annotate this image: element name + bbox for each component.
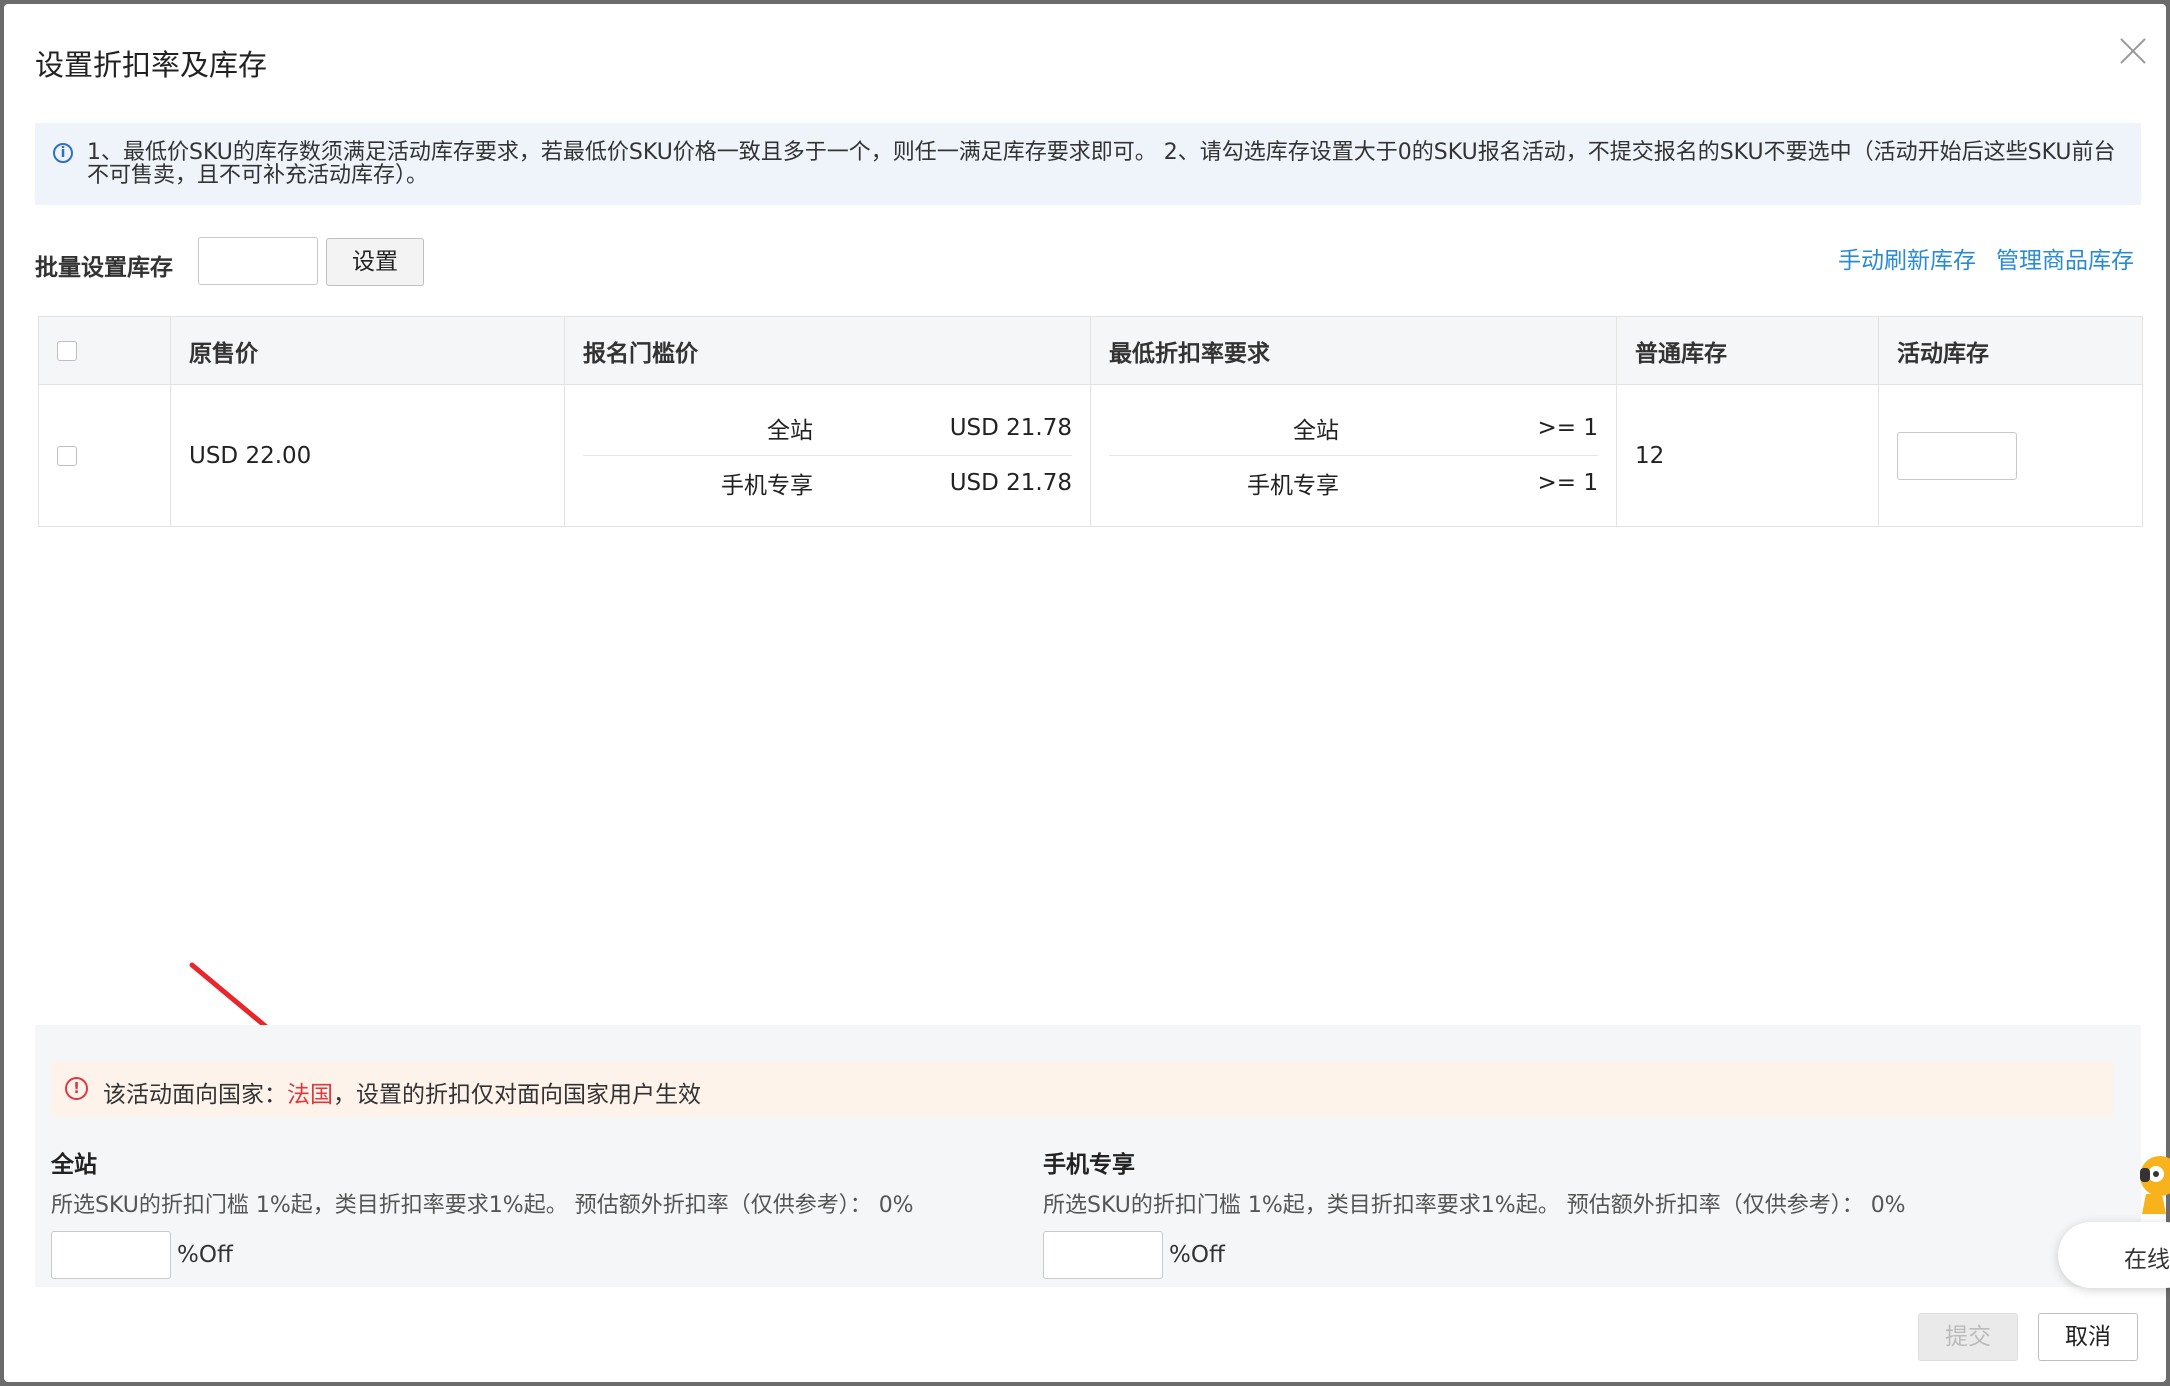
alert-icon: ! <box>65 1077 88 1100</box>
header-threshold-price: 报名门槛价 <box>564 316 1091 385</box>
cancel-button[interactable]: 取消 <box>2038 1313 2138 1361</box>
site-name: 全站 <box>51 1152 97 1178</box>
country-warning: ! 该活动面向国家：法国，设置的折扣仅对面向国家用户生效 <box>51 1061 2113 1117</box>
activity-stock-cell <box>1878 384 2143 527</box>
activity-stock-input[interactable] <box>1897 431 2017 480</box>
header-original-price: 原售价 <box>170 316 565 385</box>
manage-stock-link[interactable]: 管理商品库存 <box>1996 241 2134 275</box>
threshold-price-cell: 全站 USD 21.78 手机专享 USD 21.78 <box>564 384 1091 527</box>
mobile-desc: 所选SKU的折扣门槛 1%起，类目折扣率要求1%起。 预估额外折扣率（仅供参考）… <box>1043 1193 1906 1218</box>
original-price-cell: USD 22.00 <box>170 384 565 527</box>
mobile-name: 手机专享 <box>1043 1152 1135 1178</box>
header-activity-stock: 活动库存 <box>1878 316 2143 385</box>
min-discount-cell: 全站 >= 1 手机专享 >= 1 <box>1090 384 1617 527</box>
site-discount-block: 全站 所选SKU的折扣门槛 1%起，类目折扣率要求1%起。 预估额外折扣率（仅供… <box>51 1145 914 1279</box>
refresh-stock-link[interactable]: 手动刷新库存 <box>1838 241 1976 275</box>
row-checkbox[interactable] <box>57 446 77 466</box>
mobile-unit-label: %Off <box>1169 1242 1225 1268</box>
row-checkbox-cell <box>38 384 171 527</box>
dialog-title: 设置折扣率及库存 <box>35 48 268 82</box>
discount-mobile-value: >= 1 <box>1537 470 1599 496</box>
mobile-discount-input[interactable] <box>1043 1231 1163 1279</box>
discount-site-value: >= 1 <box>1537 415 1599 441</box>
target-country: 法国 <box>287 1082 333 1108</box>
close-icon[interactable] <box>2114 32 2152 70</box>
select-all-checkbox[interactable] <box>57 341 77 361</box>
warning-text: 该活动面向国家：法国，设置的折扣仅对面向国家用户生效 <box>103 1082 701 1108</box>
threshold-site-value: USD 21.78 <box>949 415 1072 441</box>
header-checkbox-cell <box>38 316 171 385</box>
normal-stock-cell: 12 <box>1616 384 1879 527</box>
header-normal-stock: 普通库存 <box>1616 316 1879 385</box>
info-notice: i 1、最低价SKU的库存数须满足活动库存要求，若最低价SKU价格一致且多于一个… <box>35 123 2141 205</box>
dialog: 设置折扣率及库存 i 1、最低价SKU的库存数须满足活动库存要求，若最低价SKU… <box>4 4 2166 1382</box>
batch-stock-input[interactable] <box>198 237 318 285</box>
submit-button[interactable]: 提交 <box>1918 1313 2018 1361</box>
sku-table: 原售价 报名门槛价 最低折扣率要求 普通库存 活动库存 USD 22.00 全站… <box>38 316 2143 527</box>
table-header-row: 原售价 报名门槛价 最低折扣率要求 普通库存 活动库存 <box>38 316 2143 385</box>
site-unit-label: %Off <box>177 1242 233 1268</box>
mobile-discount-block: 手机专享 所选SKU的折扣门槛 1%起，类目折扣率要求1%起。 预估额外折扣率（… <box>1043 1145 1906 1279</box>
discount-mobile-label: 手机专享 <box>1247 473 1339 499</box>
discount-site-label: 全站 <box>1293 418 1339 444</box>
notice-text: 1、最低价SKU的库存数须满足活动库存要求，若最低价SKU价格一致且多于一个，则… <box>87 140 2116 188</box>
threshold-site-label: 全站 <box>767 418 813 444</box>
discount-panel: ! 该活动面向国家：法国，设置的折扣仅对面向国家用户生效 全站 所选SKU的折扣… <box>35 1025 2141 1287</box>
site-desc: 所选SKU的折扣门槛 1%起，类目折扣率要求1%起。 预估额外折扣率（仅供参考）… <box>51 1193 914 1218</box>
threshold-mobile-value: USD 21.78 <box>949 470 1072 496</box>
chat-label: 在线 <box>2124 1247 2170 1273</box>
table-row: USD 22.00 全站 USD 21.78 手机专享 USD 21.78 全站… <box>38 384 2143 527</box>
threshold-mobile-label: 手机专享 <box>721 473 813 499</box>
mascot-icon[interactable] <box>2132 1148 2170 1216</box>
batch-set-button[interactable]: 设置 <box>326 238 424 286</box>
online-chat-button[interactable]: 在线 <box>2058 1222 2170 1288</box>
header-min-discount: 最低折扣率要求 <box>1090 316 1617 385</box>
batch-stock-label: 批量设置库存 <box>35 255 173 281</box>
site-discount-input[interactable] <box>51 1231 171 1279</box>
info-icon: i <box>53 143 73 163</box>
